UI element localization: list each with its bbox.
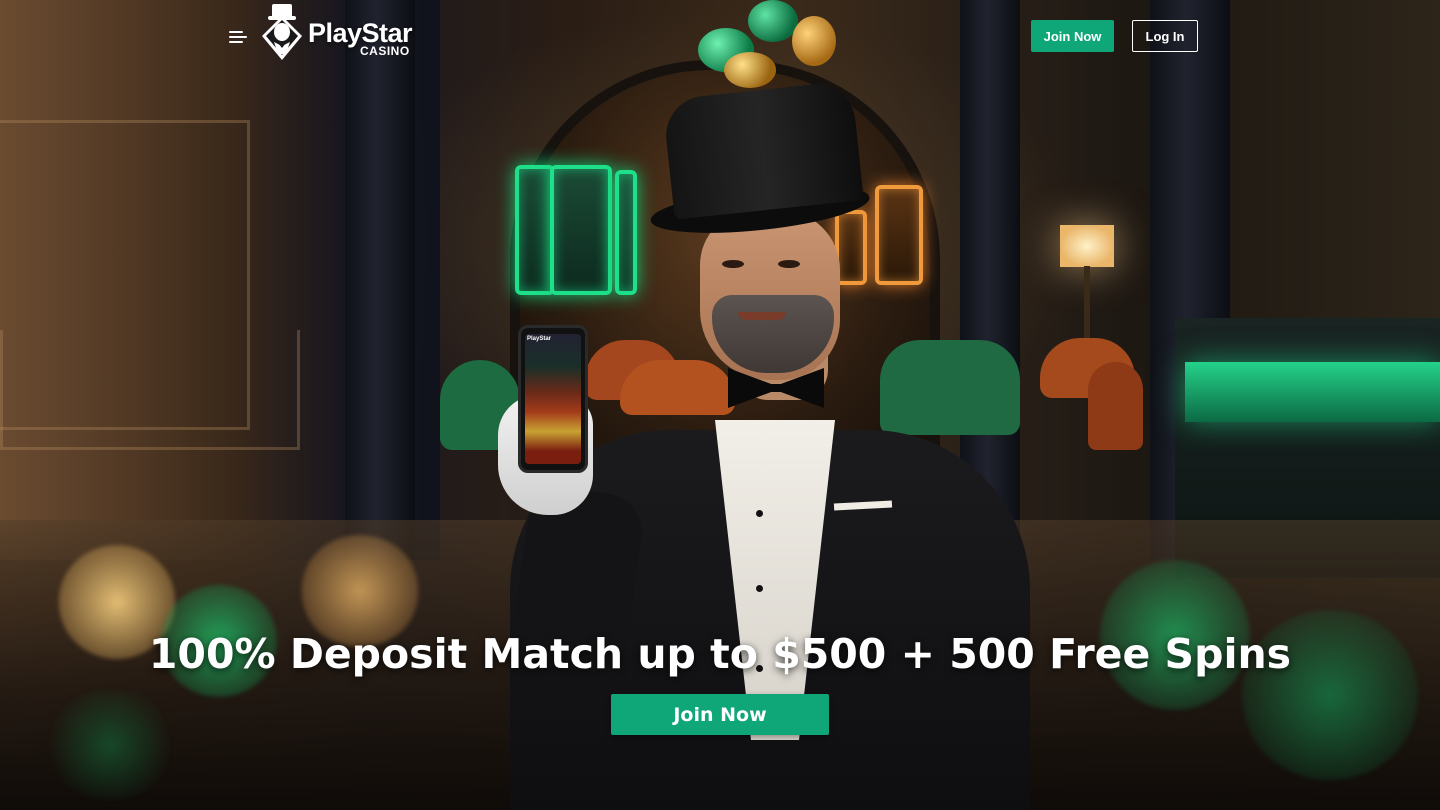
host-smile — [738, 312, 786, 320]
floor-lamp-shade — [1060, 225, 1114, 267]
promo-headline: 100% Deposit Match up to $500 + 500 Free… — [148, 630, 1292, 678]
wall-molding — [0, 330, 300, 450]
log-in-button[interactable]: Log In — [1132, 20, 1198, 52]
top-hat-gentleman-icon — [262, 4, 302, 60]
hero-join-now-button[interactable]: Join Now — [611, 694, 829, 735]
shirt-stud — [756, 585, 763, 592]
join-now-button[interactable]: Join Now — [1031, 20, 1114, 52]
bokeh-light — [40, 690, 180, 800]
floor-lamp-stem — [1084, 266, 1090, 346]
lounge-chair — [1088, 362, 1143, 450]
smartphone: PlayStar — [518, 325, 588, 473]
host-eye — [778, 260, 800, 268]
reception-counter-glow — [1185, 362, 1440, 422]
top-hat — [662, 80, 864, 220]
site-logo[interactable]: PlayStar CASINO — [258, 0, 418, 64]
hamburger-menu-icon[interactable] — [226, 27, 250, 47]
host-eye — [722, 260, 744, 268]
phone-screen: PlayStar — [525, 334, 581, 464]
shirt-stud — [756, 510, 763, 517]
phone-brand-label: PlayStar — [527, 336, 552, 342]
pillar — [345, 0, 415, 560]
logo-subtitle: CASINO — [360, 44, 410, 58]
site-header: PlayStar CASINO Join Now Log In — [0, 0, 1440, 72]
